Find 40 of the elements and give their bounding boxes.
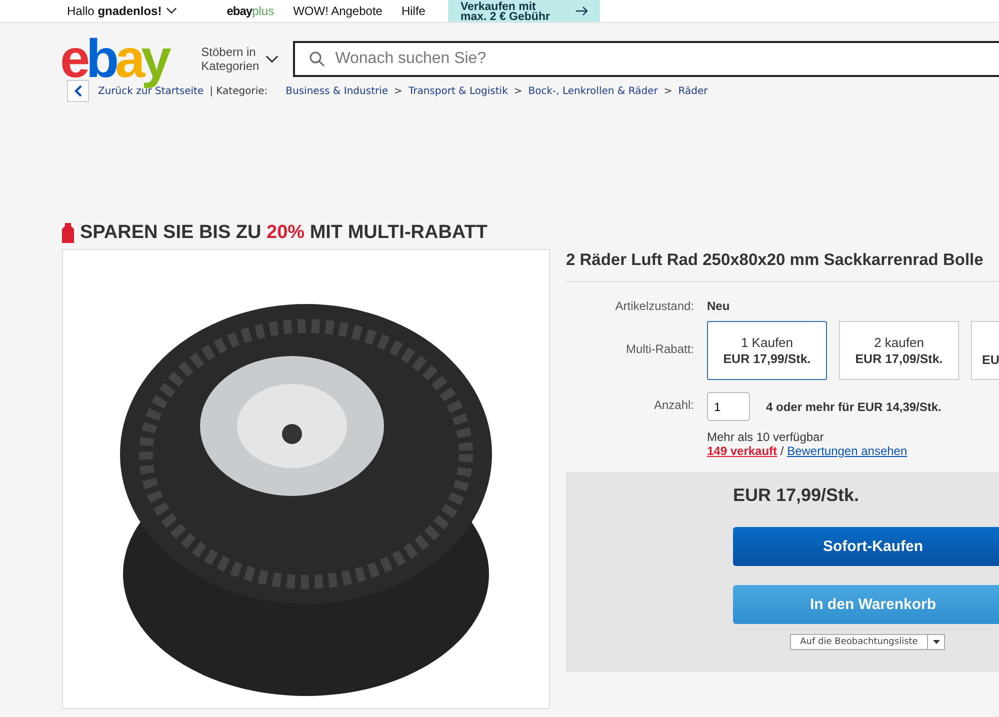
discount-option[interactable]: 2 kaufen EUR 17,09/Stk. [839, 321, 959, 380]
category-label: | Kategorie: [210, 86, 268, 96]
discount-option[interactable]: 1 Kaufen EUR 17,99/Stk. [707, 321, 827, 380]
buy-now-button[interactable]: Sofort-Kaufen [733, 527, 999, 566]
nav-link[interactable]: WOW! Angebote [293, 4, 382, 18]
sell-promo-text: Verkaufen mit max. 2 € Gebühr [460, 0, 550, 22]
breadcrumb-link[interactable]: Business & Industrie [286, 86, 388, 96]
breadcrumb-link[interactable]: Bock-, Lenkrollen & Räder [528, 86, 658, 96]
user-menu[interactable]: Hallo gnadenlos! [67, 4, 177, 18]
sold-count-link[interactable]: 149 verkauft [707, 444, 778, 458]
availability-text: Mehr als 10 verfügbar [707, 430, 825, 444]
bulk-price-hint: 4 oder mehr für EUR 14,39/Stk. [766, 400, 942, 414]
chevron-down-icon [166, 7, 177, 15]
separator-text: > [514, 86, 522, 96]
field-label: Anzahl: [652, 398, 694, 414]
browse-categories-button[interactable]: Stöbern in Kategorien [201, 45, 280, 73]
product-title: 2 Räder Luft Rad 250x80x20 mm Sackkarrenrad Bolle [566, 251, 999, 282]
separator-text: > [664, 86, 672, 96]
condition-value: Neu [707, 299, 731, 313]
nav-link[interactable]: Hilfe [401, 4, 426, 18]
back-button[interactable] [67, 80, 89, 102]
chevron-left-icon [74, 85, 82, 97]
multi-discount-headline: SPAREN SIE BIS ZU 20% MIT MULTI-RABATT [80, 222, 488, 244]
search-icon [309, 51, 326, 67]
separator-text: > [394, 86, 402, 96]
ebayplus-link[interactable]: ebayplus [226, 4, 274, 18]
price-text: EUR 17,99/Stk. [733, 485, 860, 506]
chevron-down-icon [265, 54, 280, 64]
sell-promo-banner[interactable]: Verkaufen mit max. 2 € Gebühr [448, 0, 600, 22]
separator-text: / [779, 444, 785, 458]
breadcrumb-link[interactable]: Räder [678, 86, 708, 96]
reviews-link[interactable]: Bewertungen ansehen [787, 444, 908, 458]
discount-option[interactable]: EU [971, 321, 999, 380]
field-label: Artikelzustand: [614, 299, 694, 313]
breadcrumb-link[interactable]: Transport & Logistik [408, 86, 508, 96]
price-tag-icon [61, 223, 75, 243]
search-field[interactable]: Wonach suchen Sie? [293, 41, 999, 77]
arrow-right-icon [576, 6, 588, 16]
quantity-field[interactable]: 1 [707, 392, 750, 421]
field-label: Multi-Rabatt: [624, 342, 694, 358]
